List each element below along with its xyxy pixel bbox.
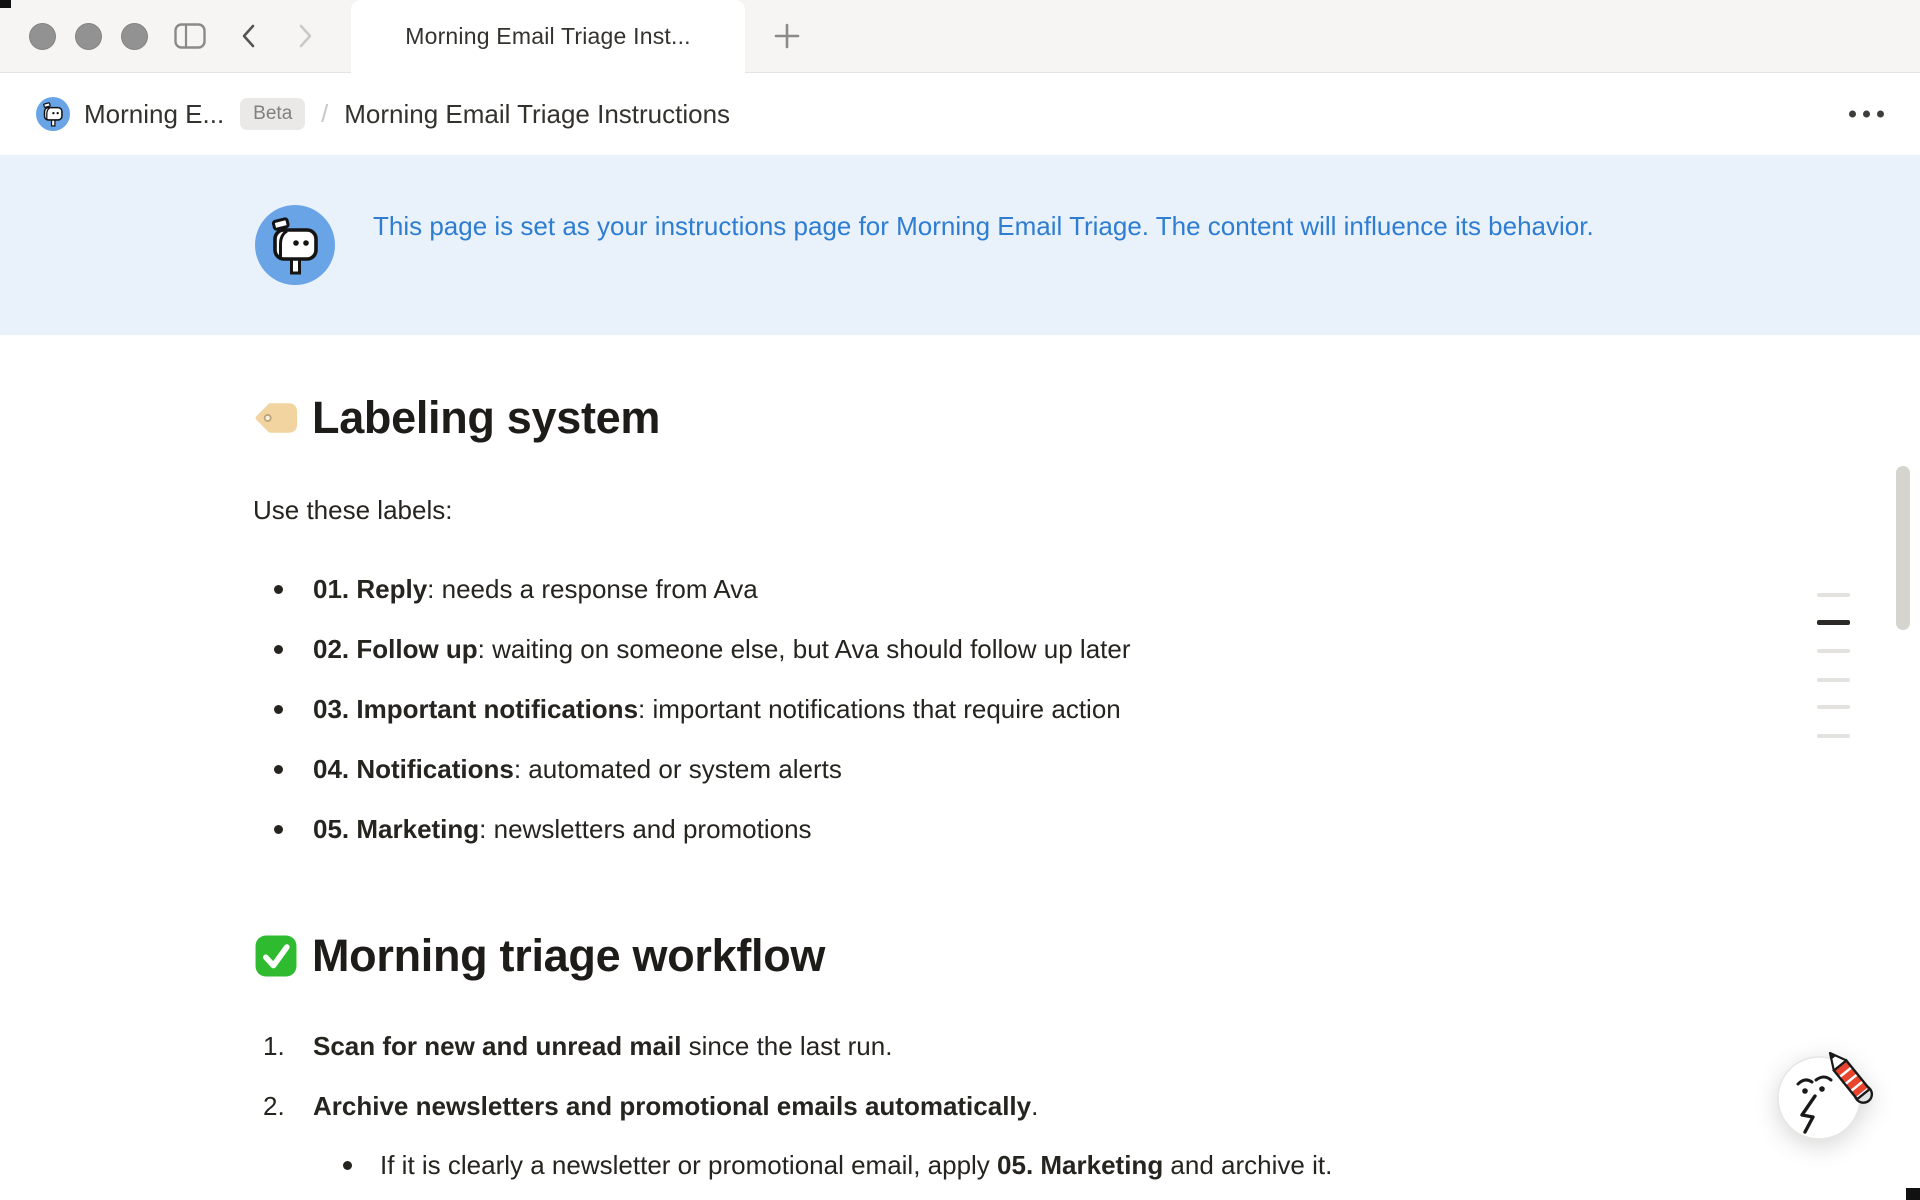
heading-labeling-system: Labeling system	[253, 392, 660, 444]
bullet-marker	[274, 705, 283, 714]
outline-indicator[interactable]	[1817, 586, 1850, 746]
chevron-right-icon	[293, 23, 317, 49]
numbered-item: 2. Archive newsletters and promotional e…	[252, 1087, 1702, 1126]
outline-line	[1817, 705, 1850, 709]
bullet-marker	[274, 645, 283, 654]
numbered-item: 1. Scan for new and unread mail since th…	[252, 1027, 1702, 1066]
more-options-dot	[1877, 111, 1884, 118]
list-item-text: 04. Notifications: automated or system a…	[252, 750, 1702, 789]
callout-mailbox-icon	[255, 205, 335, 285]
label-desc: : automated or system alerts	[514, 754, 842, 784]
minimize-window-icon[interactable]	[75, 23, 102, 50]
list-item-text: If it is clearly a newsletter or promoti…	[252, 1146, 1702, 1185]
step-bold: Scan for new and unread mail	[313, 1031, 681, 1061]
bullet-marker	[343, 1161, 352, 1170]
list-item: 01. Reply: needs a response from Ava	[252, 570, 1702, 609]
sub-list-item: If it is clearly a newsletter or promoti…	[252, 1146, 1702, 1185]
label-desc: : newsletters and promotions	[479, 814, 811, 844]
item-number: 2.	[263, 1087, 285, 1126]
zoom-window-icon[interactable]	[121, 23, 148, 50]
step-rest: .	[1031, 1091, 1038, 1121]
beta-badge: Beta	[240, 98, 305, 130]
heading-text: Labeling system	[312, 392, 660, 444]
list-item: 03. Important notifications: important n…	[252, 690, 1702, 729]
close-window-icon[interactable]	[29, 23, 56, 50]
labels-intro: Use these labels:	[253, 491, 452, 530]
list-item-text: Scan for new and unread mail since the l…	[252, 1027, 1702, 1066]
sidebar-toggle-glyph	[173, 21, 207, 51]
sidebar-toggle-icon[interactable]	[172, 18, 208, 54]
list-item: 02. Follow up: waiting on someone else, …	[252, 630, 1702, 669]
bullet-marker	[274, 765, 283, 774]
outline-line	[1817, 649, 1850, 653]
edit-draw-button[interactable]	[1762, 1022, 1912, 1172]
label-name: 02. Follow up	[313, 634, 478, 664]
outline-line	[1817, 734, 1850, 738]
outline-line	[1817, 678, 1850, 682]
label-desc: : needs a response from Ava	[427, 574, 758, 604]
substep-pre: If it is clearly a newsletter or promoti…	[380, 1150, 997, 1180]
list-item-text: 02. Follow up: waiting on someone else, …	[252, 630, 1702, 669]
chevron-left-icon	[237, 23, 261, 49]
forward-button[interactable]	[287, 18, 323, 54]
step-rest: since the last run.	[681, 1031, 892, 1061]
list-item: 05. Marketing: newsletters and promotion…	[252, 810, 1702, 849]
callout-text: This page is set as your instructions pa…	[373, 206, 1653, 247]
breadcrumb: Morning E... Beta / Morning Email Triage…	[0, 73, 1920, 155]
heading-morning-triage-workflow: Morning triage workflow	[253, 930, 825, 982]
more-options-button[interactable]	[1841, 103, 1892, 126]
heading-text: Morning triage workflow	[312, 930, 825, 982]
label-name: 03. Important notifications	[313, 694, 638, 724]
bullet-marker	[274, 825, 283, 834]
label-desc: : important notifications that require a…	[638, 694, 1121, 724]
label-name: 05. Marketing	[313, 814, 479, 844]
scrollbar-thumb[interactable]	[1896, 466, 1910, 630]
screen-corner-artifact	[1906, 1188, 1920, 1200]
list-item-text: 05. Marketing: newsletters and promotion…	[252, 810, 1702, 849]
substep-bold: 05. Marketing	[997, 1150, 1163, 1180]
more-options-dot	[1863, 111, 1870, 118]
workspace-mailbox-icon[interactable]	[36, 97, 70, 131]
label-name: 01. Reply	[313, 574, 427, 604]
back-button[interactable]	[231, 18, 267, 54]
list-item-text: Archive newsletters and promotional emai…	[252, 1087, 1702, 1126]
bullet-marker	[274, 585, 283, 594]
tab-title: Morning Email Triage Inst...	[405, 23, 691, 50]
screen-corner-artifact	[0, 0, 11, 8]
list-item-text: 03. Important notifications: important n…	[252, 690, 1702, 729]
mailbox-flag	[44, 103, 51, 108]
label-name: 04. Notifications	[313, 754, 514, 784]
outline-line	[1817, 593, 1850, 597]
item-number: 1.	[263, 1027, 285, 1066]
check-mark-button-icon	[253, 933, 299, 979]
more-options-dot	[1849, 111, 1856, 118]
plus-icon	[773, 22, 801, 50]
label-tag-icon	[253, 395, 299, 441]
outline-line-active	[1817, 620, 1850, 625]
instructions-callout[interactable]: This page is set as your instructions pa…	[0, 155, 1920, 335]
new-tab-button[interactable]	[769, 18, 805, 54]
window-titlebar: Morning Email Triage Inst...	[0, 0, 1920, 73]
step-bold: Archive newsletters and promotional emai…	[313, 1091, 1031, 1121]
list-item: 04. Notifications: automated or system a…	[252, 750, 1702, 789]
breadcrumb-workspace-name[interactable]: Morning E...	[84, 99, 224, 130]
breadcrumb-separator: /	[321, 100, 328, 129]
label-desc: : waiting on someone else, but Ava shoul…	[478, 634, 1131, 664]
tab-morning-email-triage[interactable]: Morning Email Triage Inst...	[351, 0, 745, 73]
list-item-text: 01. Reply: needs a response from Ava	[252, 570, 1702, 609]
substep-post: and archive it.	[1163, 1150, 1332, 1180]
breadcrumb-page-title[interactable]: Morning Email Triage Instructions	[344, 99, 730, 130]
